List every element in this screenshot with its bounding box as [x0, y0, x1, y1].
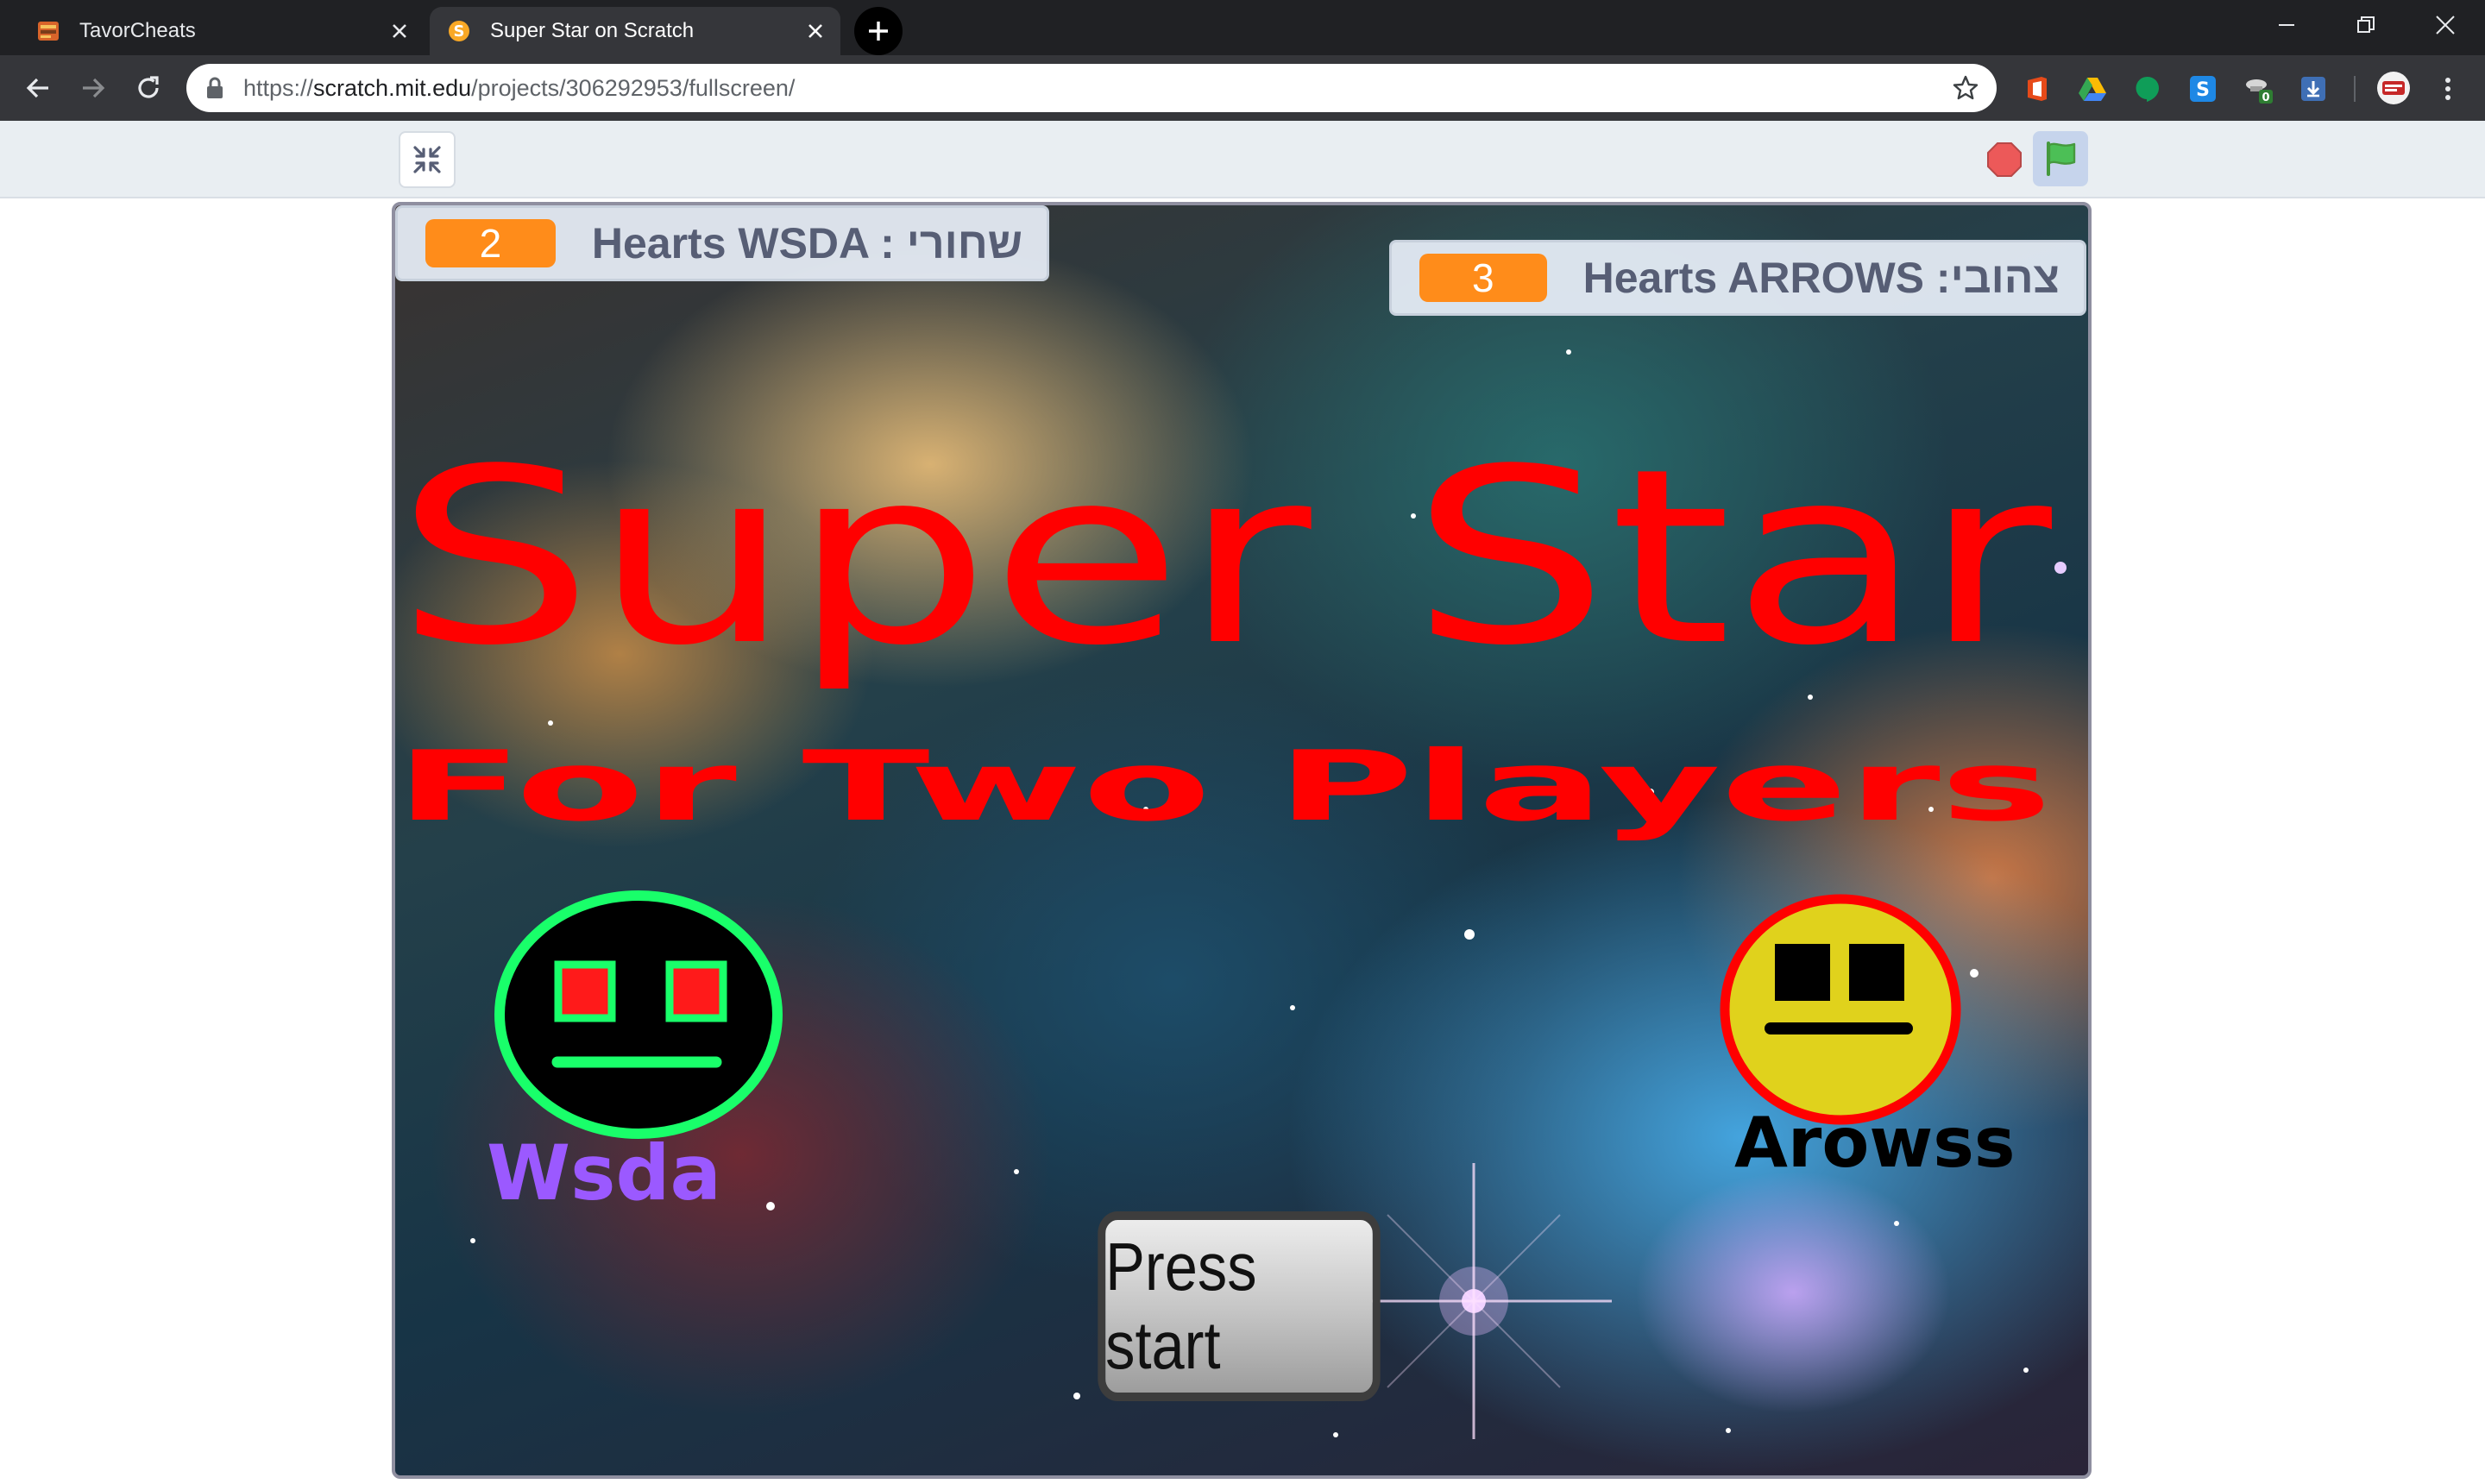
stop-button[interactable] [1985, 140, 2024, 179]
drive-extension-icon[interactable] [2078, 74, 2107, 104]
wsda-player-face[interactable] [492, 887, 785, 1146]
arrow-right-icon [83, 78, 105, 98]
svg-text:S: S [454, 22, 465, 41]
tavorcheats-favicon-icon [36, 19, 60, 43]
close-icon[interactable] [801, 16, 830, 46]
browser-menu-button[interactable] [2433, 74, 2463, 104]
tab-strip: TavorCheats S Super Star on Scratch [0, 0, 2485, 55]
arrow-left-icon [26, 78, 48, 98]
browser-toolbar: https://scratch.mit.edu/projects/3062929… [0, 55, 2485, 121]
extension-badge-count: 0 [2262, 91, 2269, 104]
skype-extension-icon[interactable]: S [2188, 74, 2218, 104]
close-icon[interactable] [385, 16, 414, 46]
game-title: Super Star [395, 418, 2055, 689]
stop-sign-icon [1987, 142, 2022, 177]
arrows-player-name: Arowss [1734, 1103, 2016, 1183]
scratch-stage[interactable]: 2 Hearts WSDA : שחורי 3 Hearts ARROWS :צ… [392, 202, 2092, 1479]
scratch-fullscreen-bar [0, 121, 2485, 198]
exit-fullscreen-button[interactable] [399, 131, 456, 188]
tab-title: TavorCheats [79, 19, 196, 42]
press-start-button[interactable]: Press start [1098, 1211, 1381, 1401]
tab-super-star[interactable]: S Super Star on Scratch [430, 7, 840, 55]
toolbar-divider [2354, 76, 2356, 102]
forward-button[interactable] [71, 66, 116, 110]
new-tab-button[interactable] [854, 7, 903, 55]
plus-icon [869, 22, 888, 41]
url-host: scratch.mit.edu [313, 74, 472, 101]
game-subtitle-art: For Two Players [395, 731, 2052, 843]
restore-icon [2357, 16, 2375, 33]
game-title-art: Super Star [395, 418, 2055, 689]
url-scheme: https:// [243, 74, 314, 101]
url-text: https://scratch.mit.edu/projects/3062929… [243, 75, 1948, 102]
bookmark-star-icon[interactable] [1948, 71, 1983, 105]
scratch-favicon-icon: S [447, 19, 471, 43]
office-extension-icon[interactable] [2023, 74, 2052, 104]
kebab-menu-icon [2445, 78, 2450, 100]
tab-tavorcheats[interactable]: TavorCheats [19, 7, 425, 55]
green-flag-icon [2047, 141, 2076, 176]
hangouts-extension-icon[interactable] [2133, 74, 2162, 104]
lock-icon [205, 75, 231, 101]
minimize-icon [2279, 24, 2294, 26]
tab-title: Super Star on Scratch [490, 19, 695, 42]
address-bar[interactable]: https://scratch.mit.edu/projects/3062929… [186, 64, 1997, 112]
wsda-player-name: Wsda [487, 1129, 721, 1217]
shrink-icon [413, 146, 441, 173]
minimize-button[interactable] [2247, 0, 2326, 50]
reload-button[interactable] [126, 66, 171, 110]
close-window-button[interactable] [2406, 0, 2485, 50]
back-button[interactable] [16, 66, 60, 110]
arrows-player-face[interactable] [1715, 890, 1966, 1129]
spy-extension-icon[interactable]: 0 [2243, 74, 2273, 104]
game-subtitle: For Two Players [395, 731, 2052, 843]
download-extension-icon[interactable] [2299, 74, 2328, 104]
profile-avatar[interactable] [2376, 71, 2411, 105]
reload-icon [138, 76, 159, 98]
green-flag-button[interactable] [2033, 131, 2088, 186]
restore-button[interactable] [2326, 0, 2406, 50]
close-icon [2436, 16, 2455, 35]
svg-text:S: S [2196, 79, 2210, 101]
url-path: /projects/306292953/fullscreen/ [471, 74, 796, 101]
